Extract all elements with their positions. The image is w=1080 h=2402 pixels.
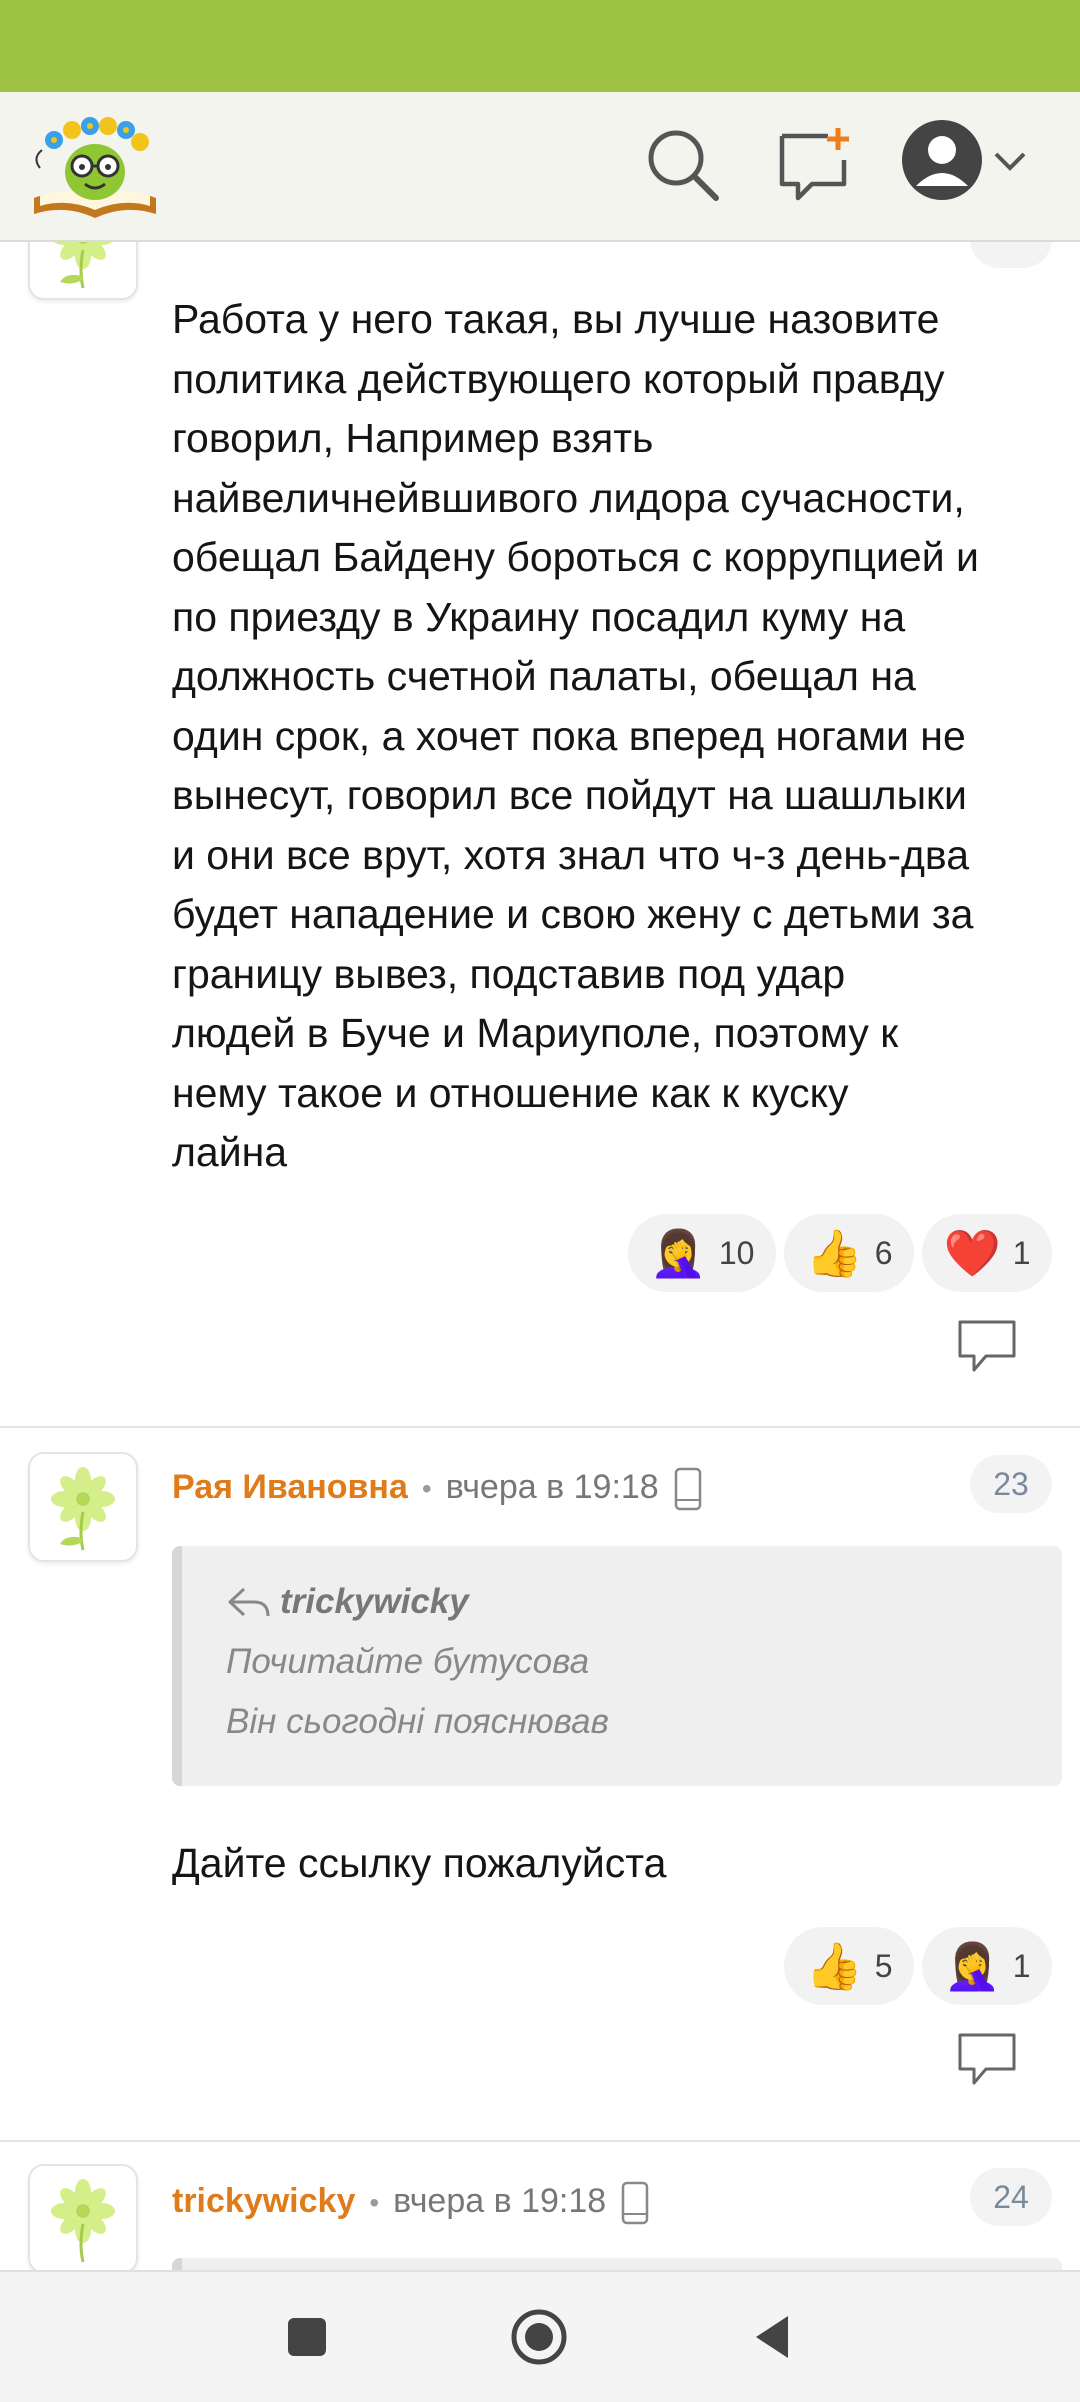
meta-separator: • [421,1472,432,1504]
comment-number-badge[interactable]: 23 [970,1455,1052,1513]
search-icon[interactable] [640,122,726,208]
reaction-heart[interactable]: ❤️ 1 [922,1214,1052,1292]
comment-meta: Рая Ивановна • вчера в 19:18 [172,1466,703,1512]
heart-emoji: ❤️ [943,1227,1001,1279]
reaction-thumbs-up[interactable]: 👍 6 [784,1214,914,1292]
quote-line: Він сьогодні пояснював [226,1702,609,1741]
quote-header[interactable]: trickywicky [226,1582,469,1622]
new-message-icon[interactable] [772,122,858,208]
meta-separator: • [369,2186,380,2218]
home-icon[interactable] [506,2304,572,2370]
author-name[interactable]: trickywicky [172,2182,355,2220]
thumbs-up-emoji: 👍 [805,1227,863,1279]
phone-icon [620,2180,650,2226]
user-avatar-icon[interactable] [900,118,984,202]
recent-apps-icon[interactable] [274,2304,340,2370]
avatar[interactable] [28,2164,138,2270]
reply-icon[interactable] [956,2031,1018,2087]
author-name[interactable]: Рая Ивановна [172,1468,408,1506]
avatar[interactable] [28,1452,138,1562]
avatar[interactable] [28,240,138,300]
facepalm-emoji: 🤦‍♀️ [943,1940,1001,1992]
reaction-count: 6 [874,1234,893,1271]
quote-author: trickywicky [280,1582,469,1621]
quote-block [172,2258,1062,2270]
quote-block: trickywicky Почитайте бутусова Він сього… [172,1546,1062,1786]
facepalm-emoji: 🤦‍♀️ [649,1227,707,1279]
reaction-facepalm[interactable]: 🤦‍♀️ 1 [922,1927,1052,2005]
top-app-bar [0,92,1080,242]
back-icon[interactable] [740,2304,806,2370]
thumbs-up-emoji: 👍 [805,1940,863,1992]
comment-meta: trickywicky • вчера в 19:18 [172,2180,650,2226]
comment-text: Работа у него такая, вы лучше назовите п… [172,296,979,1175]
status-bar [0,0,1080,92]
comments-feed: Работа у него такая, вы лучше назовите п… [0,240,1080,2270]
comment-divider [0,1426,1080,1428]
comment-time: вчера в 19:18 [445,1467,659,1506]
reaction-count: 5 [874,1947,893,1984]
reaction-count: 1 [1012,1947,1031,1984]
comment-number-badge[interactable]: 24 [970,2168,1052,2226]
site-logo[interactable] [30,110,160,222]
quote-line: Почитайте бутусова [226,1642,590,1681]
reaction-count: 1 [1012,1234,1031,1271]
comment-number-badge [970,240,1052,268]
reaction-thumbs-up[interactable]: 👍 5 [784,1927,914,2005]
comment-time: вчера в 19:18 [393,2181,607,2220]
system-navigation-bar [0,2270,1080,2402]
quote-arrow-icon [226,1585,272,1619]
reaction-facepalm[interactable]: 🤦‍♀️ 10 [628,1214,776,1292]
chevron-down-icon[interactable] [990,142,1030,182]
reply-icon[interactable] [956,1318,1018,1374]
phone-icon [673,1466,703,1512]
comment-divider [0,2140,1080,2142]
reaction-count: 10 [718,1234,755,1271]
comment-text: Дайте ссылку пожалуйста [172,1840,667,1886]
